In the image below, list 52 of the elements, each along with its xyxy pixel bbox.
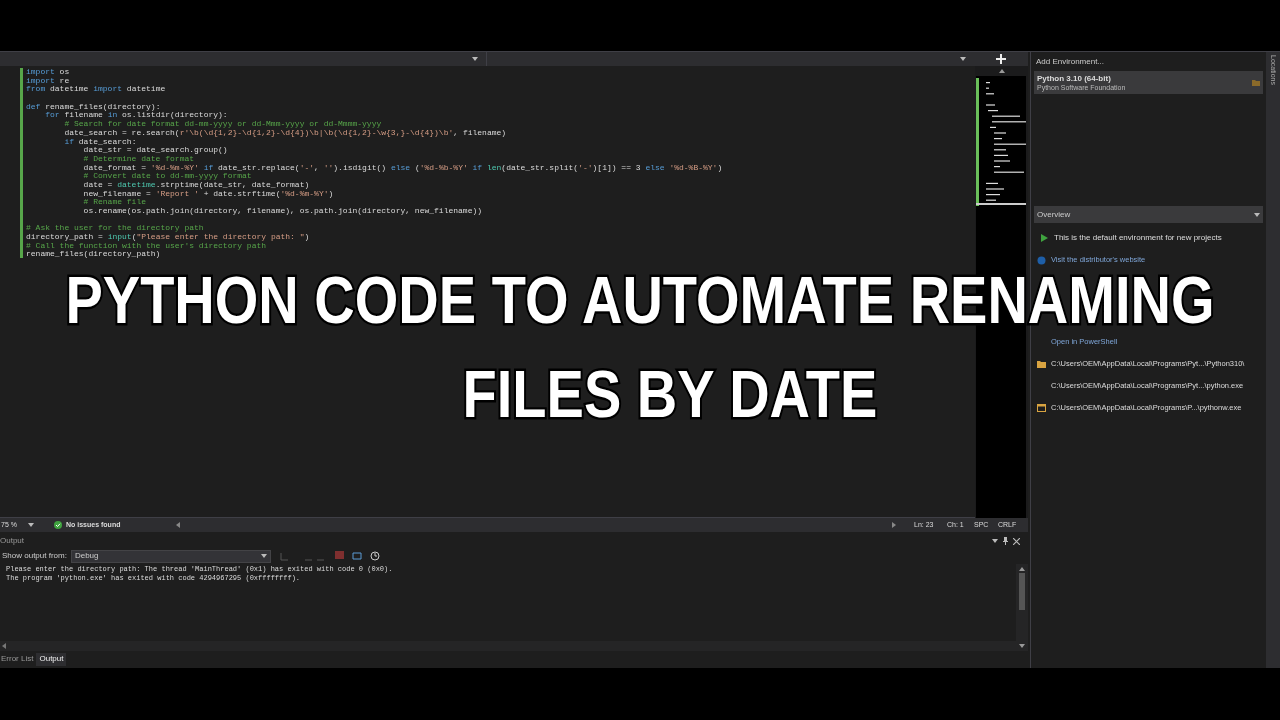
caret-icon xyxy=(28,523,34,527)
code-line: def rename_files(directory): xyxy=(26,102,161,111)
folder-icon xyxy=(1252,79,1260,86)
overview-text: This is the default environment for new projects xyxy=(1054,232,1222,244)
info-icon xyxy=(1036,255,1046,265)
code-line: # Ask the user for the directory path xyxy=(26,224,204,234)
scrollbar-thumb[interactable] xyxy=(1019,573,1025,610)
dropdown-caret-icon xyxy=(472,57,478,61)
overlay-title: FILES BY DATE xyxy=(462,360,878,428)
panel-tab[interactable]: Output xyxy=(36,652,67,666)
code-line: import re xyxy=(26,76,70,85)
overlay-title: PYTHON CODE TO AUTOMATE RENAMING xyxy=(65,266,1215,334)
code-line: date_str = date_search.group() xyxy=(82,146,228,155)
overview-dropdown[interactable]: Overview xyxy=(1034,206,1263,223)
output-source-dropdown[interactable]: Debug xyxy=(70,549,271,563)
scroll-left-icon[interactable] xyxy=(2,643,6,649)
check-circle-icon xyxy=(54,521,62,529)
code-line: import os xyxy=(26,68,70,76)
scroll-down-icon[interactable] xyxy=(1019,644,1025,648)
code-line: # Call the function with the user's directory path xyxy=(26,241,267,251)
code-line: # Convert date to dd-mm-yyyy format xyxy=(82,172,252,181)
folder-icon xyxy=(1036,360,1046,368)
code-line: new_filename = 'Report ' + date.strftime('%d-%m-%Y') xyxy=(82,189,334,199)
panel-title: Output xyxy=(0,535,24,547)
code-line: # Search for date format dd-mm-yyyy or dd-Mmm-yyyy or dd-Mmmm-yyyy xyxy=(63,120,382,129)
caret-icon xyxy=(1254,212,1260,217)
code-line: date = datetime.strptime(date_str, date_format) xyxy=(82,180,310,189)
code-line: rename_files(directory_path) xyxy=(26,250,161,260)
code-line: # Rename file xyxy=(82,198,147,207)
scroll-left-icon[interactable] xyxy=(176,522,181,528)
code-line: # Determine date format xyxy=(82,154,195,164)
code-line: directory_path = input("Please enter the directory path: ") xyxy=(26,233,310,242)
code-line: date_search = re.search(r'\b(\d{1,2}-\d{1,2}-\d{4})\b|\b(\d{1,2}-\w{3,}-\d{4})\b', filename) xyxy=(63,128,507,138)
code-line: for filename in os.listdir(directory): xyxy=(44,111,228,121)
scroll-up-icon[interactable] xyxy=(1019,567,1025,571)
code-line: if date_search: xyxy=(63,137,137,147)
dropdown-caret-icon xyxy=(960,57,966,61)
panel-tab[interactable]: Error List xyxy=(0,652,35,666)
plus-icon[interactable] xyxy=(996,54,1006,64)
code-line: os.rename(os.path.join(directory, filename), os.path.join(directory, new_filename)) xyxy=(82,207,483,216)
code-line: date_format = '%d-%m-%Y' if date_str.replace('-', '').isdigit() else ('%d-%b-%Y' if len(date_str.split('-')[1]) == 3 else '%d-%B-%Y') xyxy=(82,163,723,173)
dropdown-caret-icon xyxy=(992,539,998,543)
scroll-up-icon[interactable] xyxy=(998,69,1005,73)
add-environment-link[interactable]: Add Environment... xyxy=(1036,56,1263,68)
window-icon xyxy=(1036,404,1046,412)
play-icon xyxy=(1040,234,1048,242)
pin-icon[interactable] xyxy=(1003,537,1008,545)
caret-icon xyxy=(260,554,267,558)
code-line: from datetime import datetime xyxy=(26,85,166,95)
scroll-right-icon[interactable] xyxy=(892,522,896,528)
close-icon[interactable] xyxy=(1013,537,1020,545)
output-source-label: Show output from: xyxy=(1,550,67,562)
